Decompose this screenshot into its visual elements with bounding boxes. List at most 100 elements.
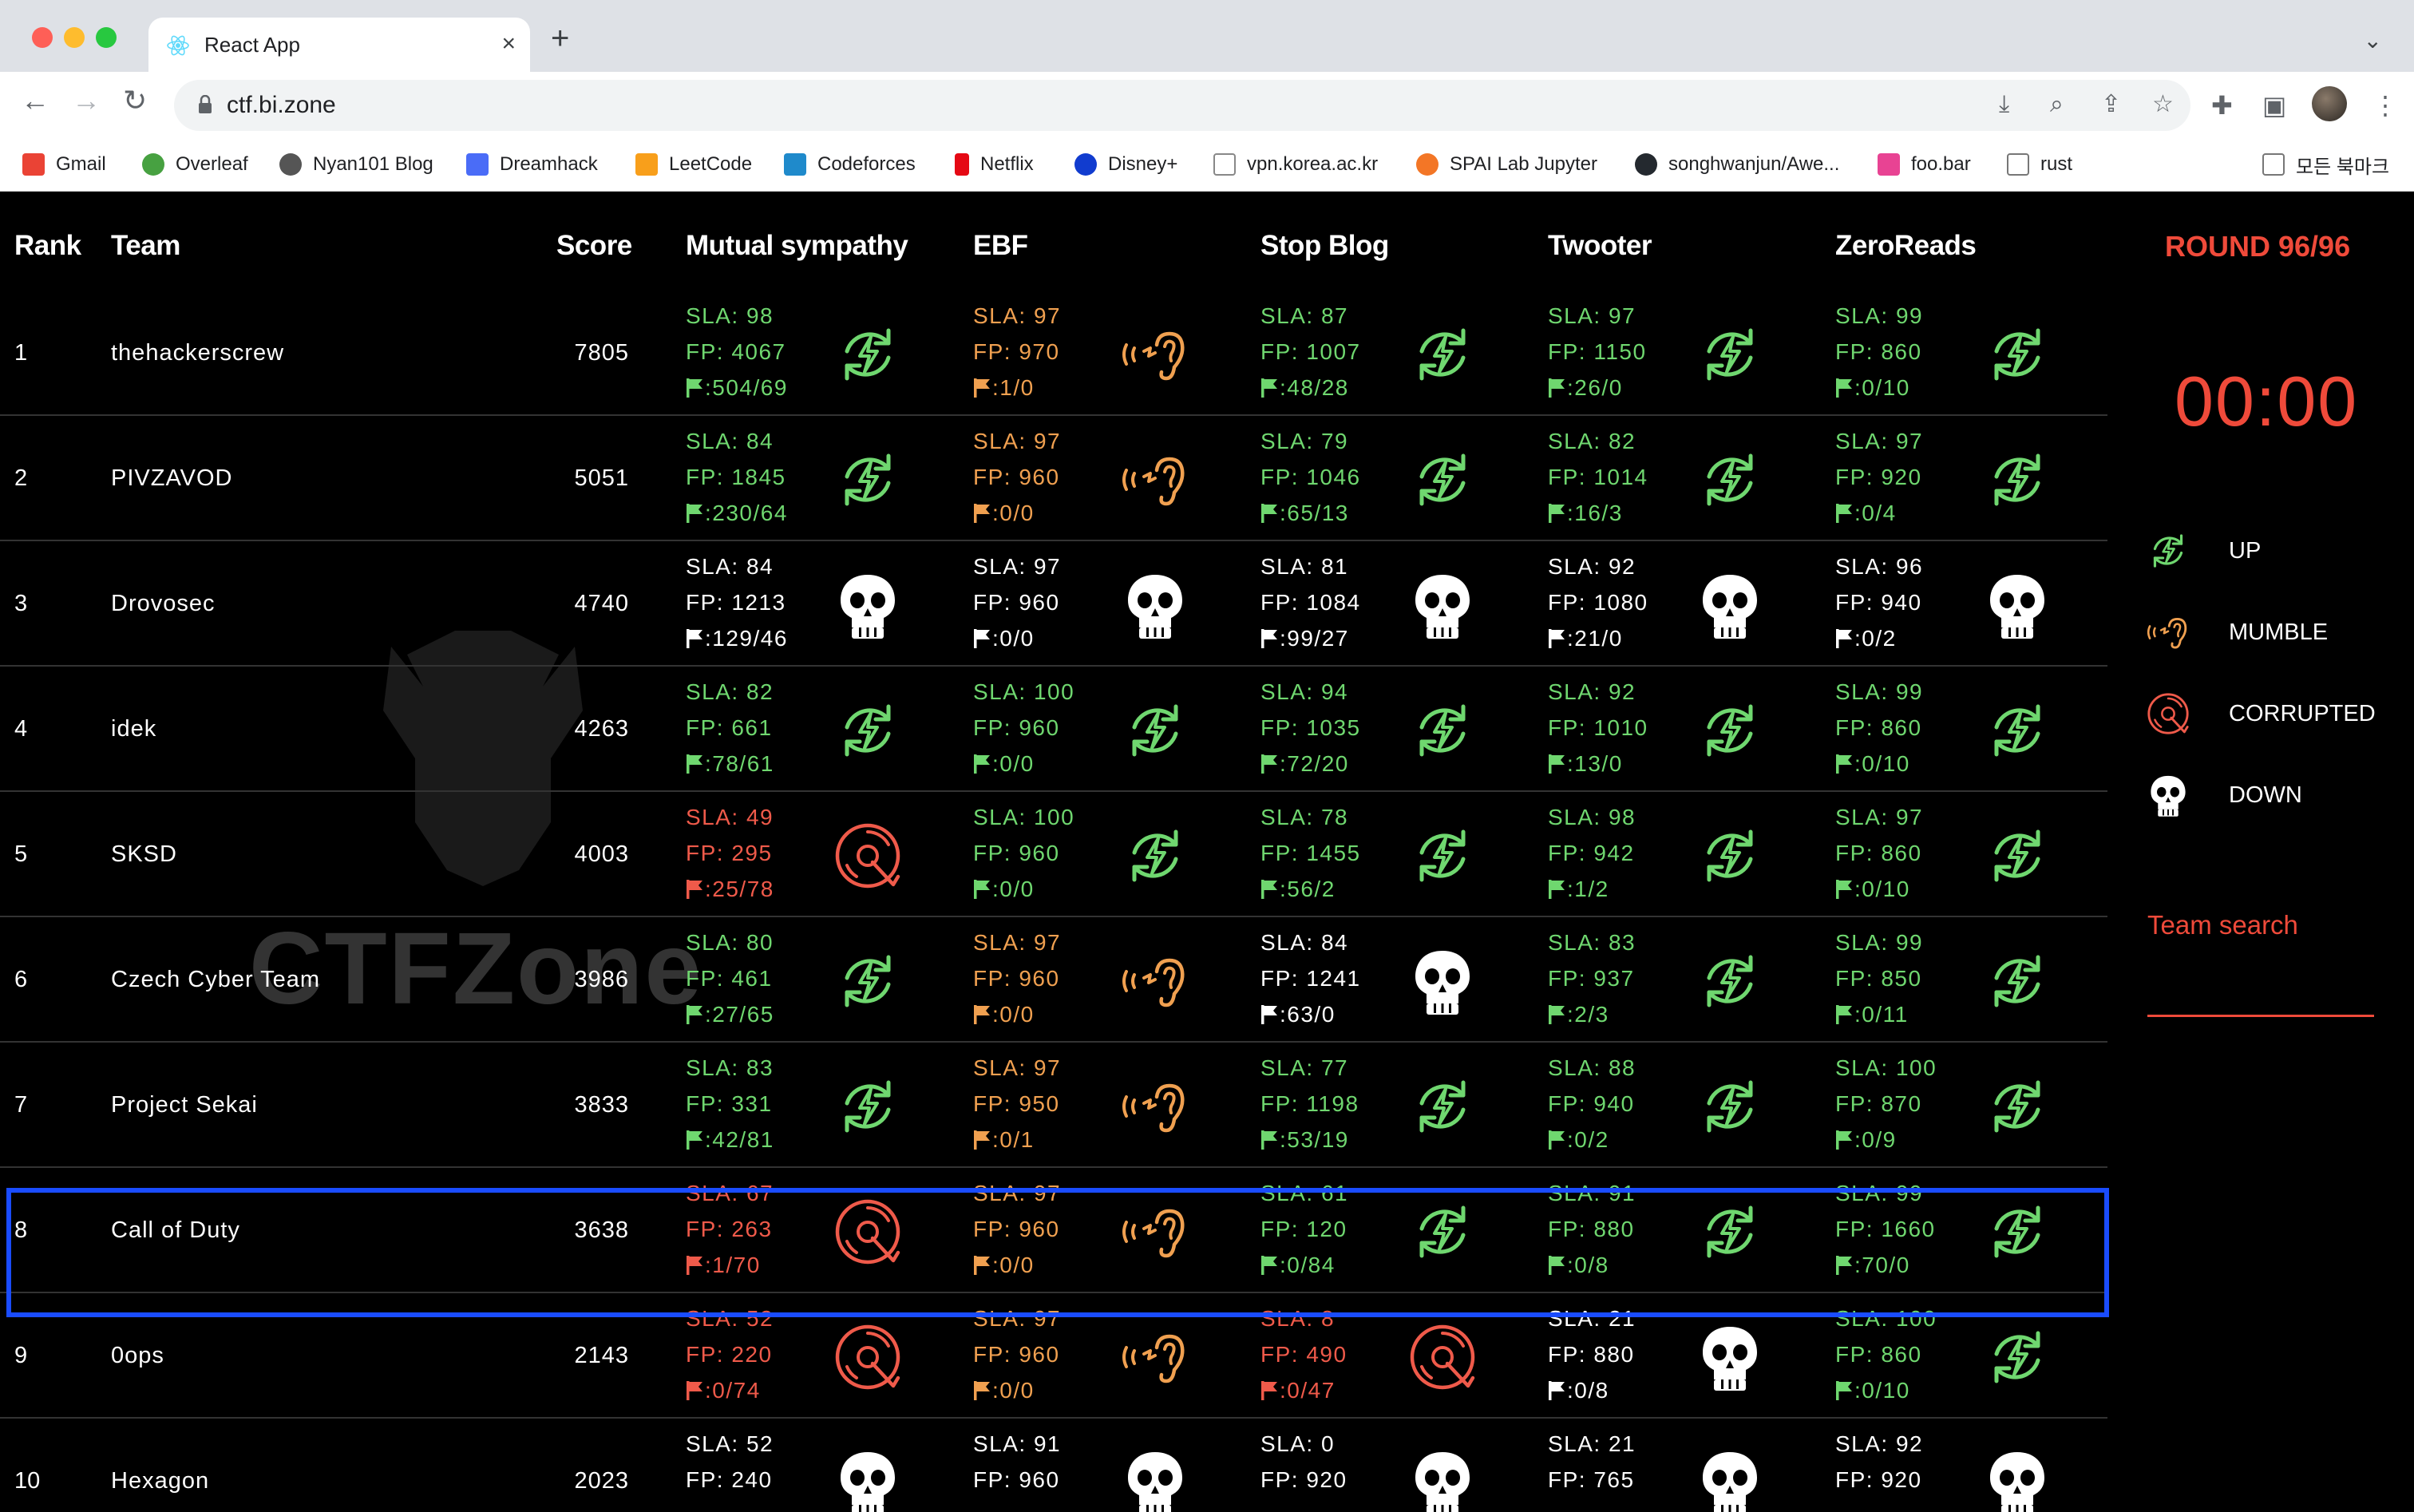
bookmark-disney-plus[interactable]: Disney+ <box>1074 150 1177 179</box>
share-icon[interactable]: ⇪ <box>2101 93 2121 117</box>
new-tab-button[interactable]: + <box>551 22 569 54</box>
service-flags: :0/10 <box>1835 877 1910 902</box>
team-name[interactable]: Hexagon <box>111 1468 209 1494</box>
team-name[interactable]: PIVZAVOD <box>111 465 233 492</box>
bookmark-codeforces[interactable]: Codeforces <box>784 150 916 179</box>
team-row[interactable]: 7 Project Sekai 3833 SLA: 83 FP: 331:42/81 SL… <box>0 1043 2107 1168</box>
service-flags-value: :0/10 <box>1854 877 1910 901</box>
bookmark-star-icon[interactable]: ☆ <box>2152 93 2174 117</box>
minimize-window-button[interactable] <box>64 27 85 48</box>
service-flags-value: :48/28 <box>1280 375 1349 400</box>
team-name[interactable]: 0ops <box>111 1343 164 1369</box>
tab-strip: React App × + ⌄ <box>0 0 2414 72</box>
close-window-button[interactable] <box>32 27 53 48</box>
url-text[interactable]: ctf.bi.zone <box>227 92 336 119</box>
team-rank: 1 <box>14 340 28 366</box>
service-flags-value: :0/10 <box>1854 1378 1910 1403</box>
status-up-icon <box>1707 1080 1753 1133</box>
team-search-input[interactable] <box>2147 950 2374 1017</box>
team-row[interactable]: 4 idek 4263 SLA: 82 FP: 661:78/61 SLA: 100 FP:… <box>0 667 2107 792</box>
bookmark-gmail[interactable]: Gmail <box>22 150 106 179</box>
service-flags-value: :0/47 <box>1280 1378 1336 1403</box>
status-down-icon <box>1415 1452 1470 1512</box>
service-flags: :0/8 <box>1548 1378 1609 1403</box>
service-fp: FP: 240 <box>686 1467 773 1492</box>
team-row[interactable]: 3 Drovosec 4740 SLA: 84 FP: 1213:129/46 SLA: … <box>0 541 2107 667</box>
forward-arrow-icon[interactable]: → <box>72 86 101 115</box>
flag-icon <box>687 629 702 648</box>
tab-close-icon[interactable]: × <box>501 30 516 57</box>
service-flags-value: :65/13 <box>1280 501 1349 525</box>
bookmark-github-awesome[interactable]: songhwanjun/Awe... <box>1635 150 1839 179</box>
bookmark-foo-bar[interactable]: foo.bar <box>1878 150 1971 179</box>
profile-avatar[interactable] <box>2312 86 2347 121</box>
address-bar[interactable]: ctf.bi.zone ⤓ ⌕ ⇪ ☆ <box>174 80 2190 131</box>
service-cell-up: SLA: 100 FP: 860:0/10 <box>1835 1301 2123 1413</box>
service-fp: FP: 960 <box>973 966 1060 991</box>
zoom-icon[interactable]: ⌕ <box>2050 93 2064 117</box>
status-mumble-icon <box>1122 958 1185 1007</box>
maximize-window-button[interactable] <box>96 27 117 48</box>
flag-icon <box>1261 378 1277 398</box>
bookmark-folder-rust[interactable]: rust <box>2007 150 2072 179</box>
service-flags: :99/27 <box>1260 626 1349 651</box>
status-down-icon <box>1703 1452 1757 1512</box>
service-cell-down: SLA: 21 FP: 880:0/8 <box>1548 1301 1835 1413</box>
status-up-icon <box>1994 453 2040 506</box>
service-flags: :0/9 <box>1835 1127 1897 1153</box>
bookmark-spai-lab-jupyter[interactable]: SPAI Lab Jupyter <box>1416 150 1597 179</box>
service-sla: SLA: 77 <box>1260 1055 1349 1080</box>
service-flags: :72/20 <box>1260 751 1349 777</box>
tab-search-chevron-icon[interactable]: ⌄ <box>2364 27 2382 53</box>
flag-icon <box>1836 880 1852 899</box>
status-down-icon <box>1128 575 1182 639</box>
side-panel-icon[interactable]: ▣ <box>2262 93 2286 118</box>
service-cell-up: SLA: 100 FP: 960:0/0 <box>973 800 1260 912</box>
service-flags-value: :0/10 <box>1854 375 1910 400</box>
service-sla: SLA: 99 <box>1835 930 1924 955</box>
status-up-icon <box>845 1080 891 1133</box>
status-up-icon <box>1419 1080 1466 1133</box>
bookmark-overleaf[interactable]: Overleaf <box>142 150 248 179</box>
service-flags: :21/0 <box>1548 626 1623 651</box>
bookmark-nyan101-blog[interactable]: Nyan101 Blog <box>279 150 433 179</box>
flag-icon <box>1549 504 1565 523</box>
status-up-icon <box>1419 704 1466 757</box>
bookmark-dreamhack[interactable]: Dreamhack <box>466 150 598 179</box>
team-row[interactable]: 6 Czech Cyber Team 3986 SLA: 80 FP: 461:27/6… <box>0 917 2107 1043</box>
extensions-puzzle-icon[interactable]: ✚ <box>2211 93 2233 118</box>
team-row[interactable]: 1 thehackerscrew 7805 SLA: 98 FP: 4067:504/6… <box>0 291 2107 416</box>
flag-icon <box>687 1130 702 1150</box>
team-row[interactable]: 10 Hexagon 2023 SLA: 52 FP: 240 SLA: 91 FP: 96… <box>0 1419 2107 1512</box>
team-name[interactable]: Project Sekai <box>111 1092 258 1118</box>
tab-react-app[interactable]: React App × <box>148 18 530 72</box>
back-arrow-icon[interactable]: ← <box>21 86 49 115</box>
more-menu-icon[interactable]: ⋮ <box>2372 93 2398 118</box>
bookmark-leetcode[interactable]: LeetCode <box>635 150 752 179</box>
service-cell-up: SLA: 78 FP: 1455:56/2 <box>1260 800 1548 912</box>
service-cell-up: SLA: 100 FP: 870:0/9 <box>1835 1051 2123 1162</box>
team-name[interactable]: SKSD <box>111 841 177 868</box>
flag-icon <box>974 754 990 774</box>
team-name[interactable]: thehackerscrew <box>111 340 284 366</box>
service-cell-mumble: SLA: 97 FP: 960:0/0 <box>973 925 1260 1037</box>
service-cell-up: SLA: 97 FP: 1150:26/0 <box>1548 299 1835 410</box>
service-flags-value: :0/2 <box>1854 626 1897 651</box>
service-flags-value: :25/78 <box>705 877 774 901</box>
team-row[interactable]: 5 SKSD 4003 SLA: 49 FP: 295:25/78 SLA: 100 FP:… <box>0 792 2107 917</box>
team-name[interactable]: idek <box>111 716 156 742</box>
service-sla: SLA: 83 <box>686 1055 774 1080</box>
reload-icon[interactable]: ↻ <box>123 86 147 115</box>
bookmark-vpn-korea[interactable]: vpn.korea.ac.kr <box>1213 150 1378 179</box>
team-row[interactable]: 2 PIVZAVOD 5051 SLA: 84 FP: 1845:230/64 SLA: … <box>0 416 2107 541</box>
status-up-icon <box>845 328 891 381</box>
bookmark-netflix[interactable]: Netflix <box>955 150 1034 179</box>
team-name[interactable]: Drovosec <box>111 591 216 617</box>
team-name[interactable]: Czech Cyber Team <box>111 967 320 993</box>
bookmark-all-bookmarks[interactable]: 모든 북마크 <box>2262 150 2389 179</box>
service-flags: :2/3 <box>1548 1002 1609 1027</box>
service-sla: SLA: 80 <box>686 930 774 955</box>
service-flags: :13/0 <box>1548 751 1623 777</box>
status-down-icon <box>1990 1452 2044 1512</box>
install-app-icon[interactable]: ⤓ <box>1999 93 2009 117</box>
